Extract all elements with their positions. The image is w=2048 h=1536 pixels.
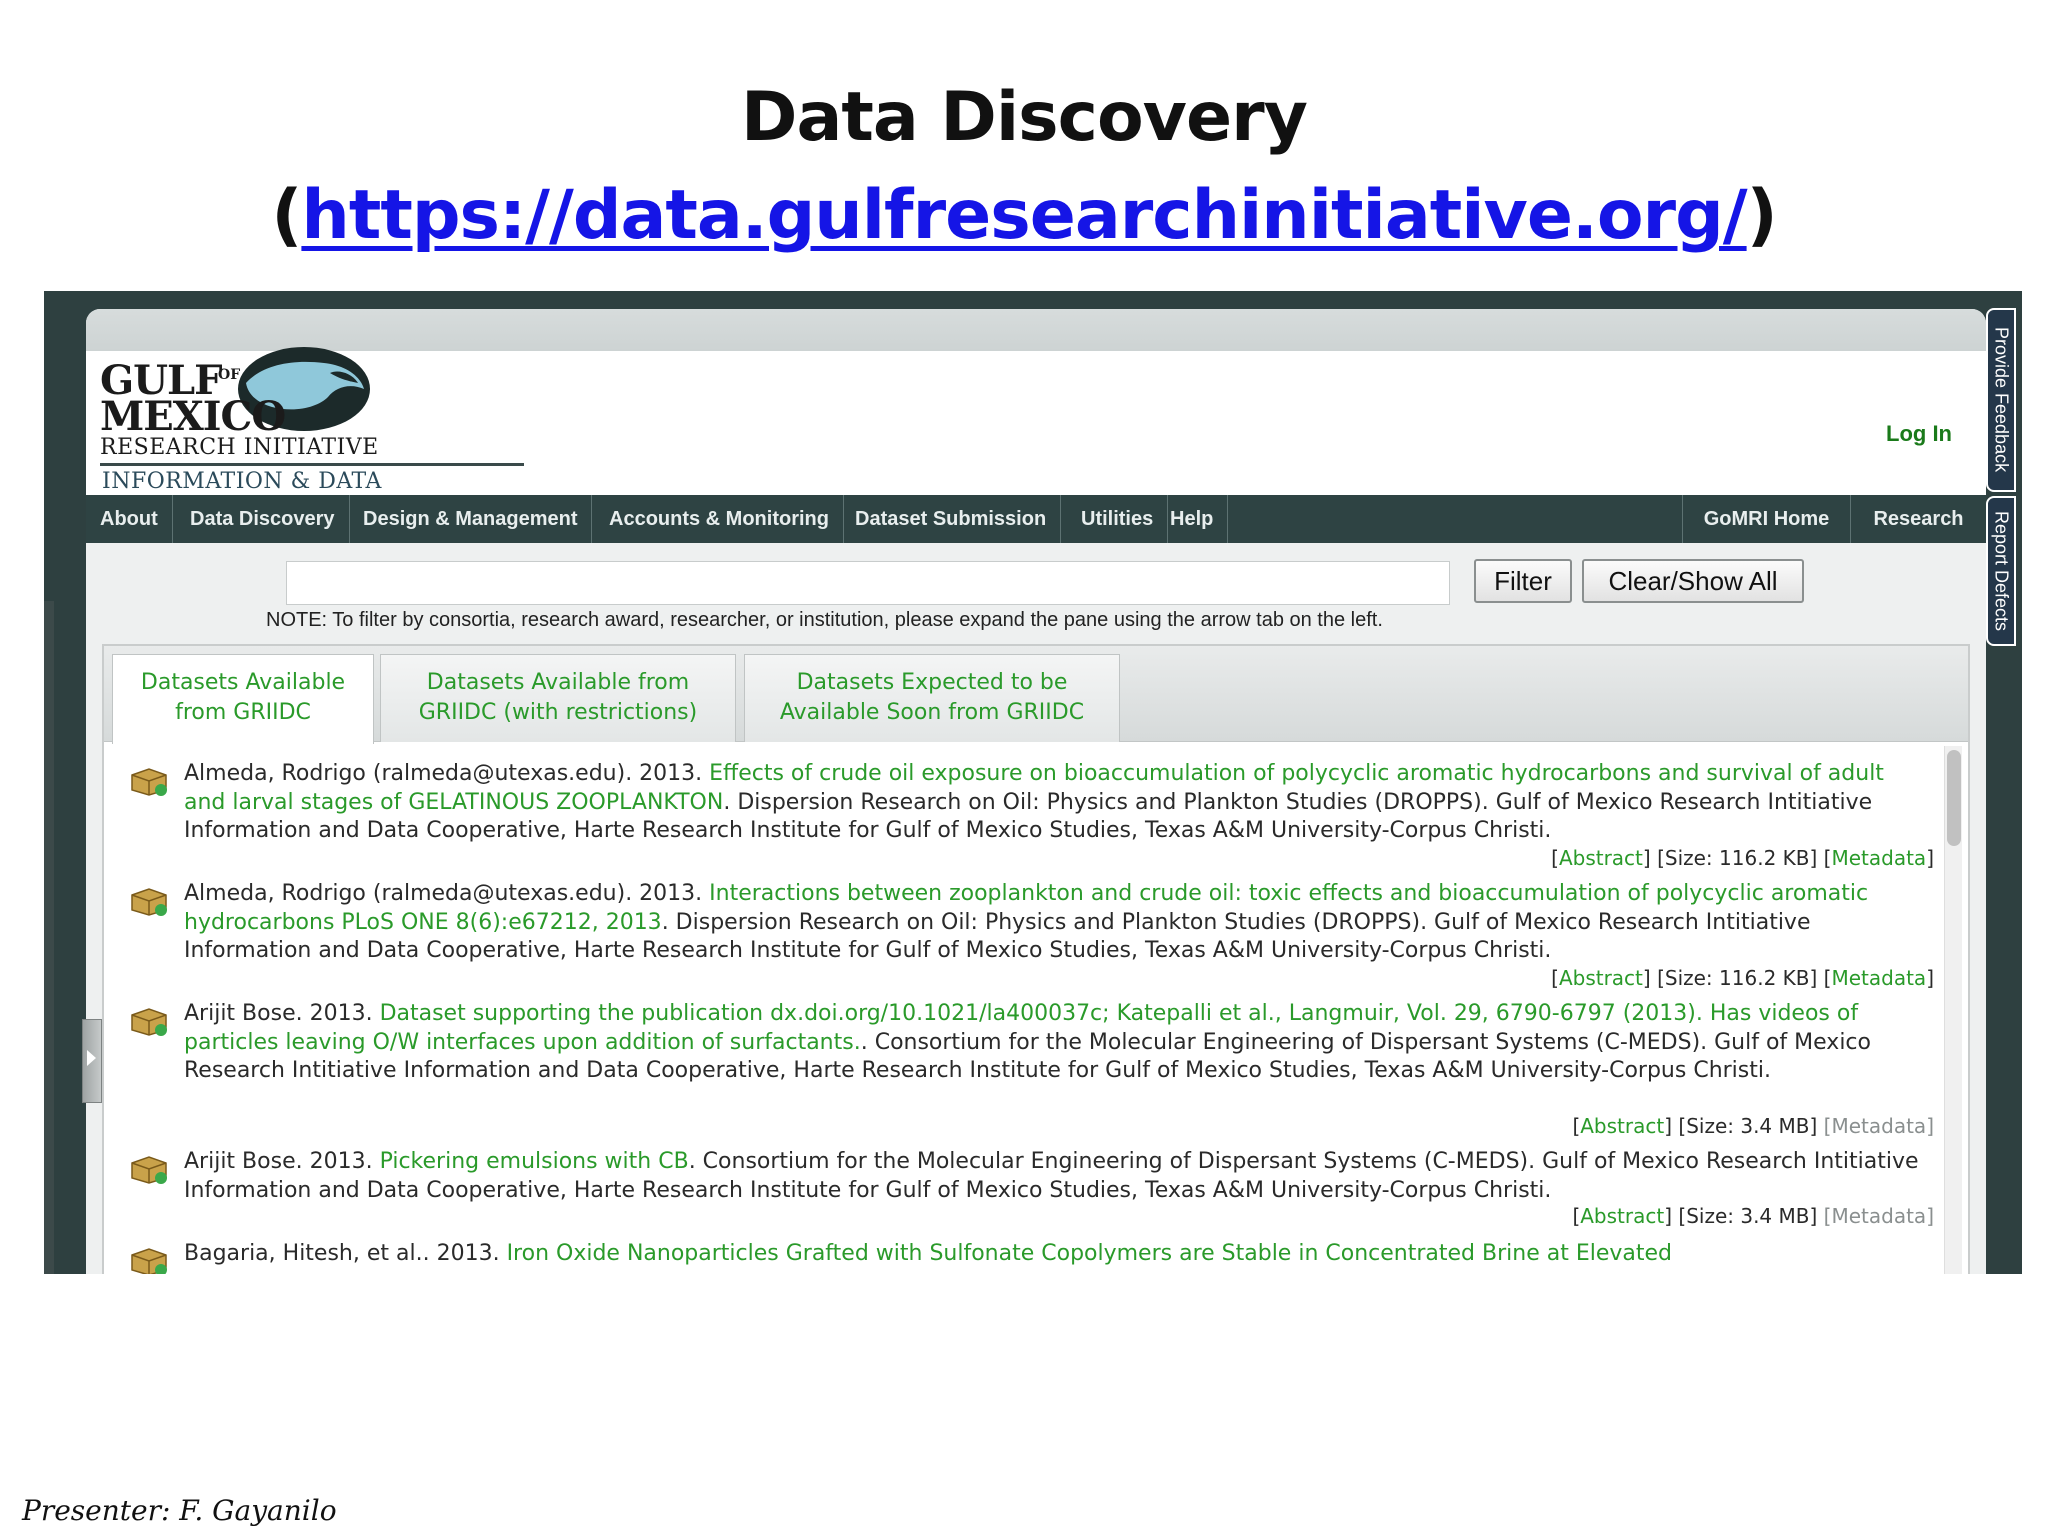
dataset-tabs: Datasets Available from GRIIDC Datasets … [104,646,1968,744]
website-screenshot: GULF OF MEXICO RESEARCH INITIATIVE INFOR… [44,291,2022,1274]
tab-label-line1: Datasets Expected to be [796,670,1068,695]
filter-button[interactable]: Filter [1474,559,1572,603]
dataset-links: [Abstract] [Size: 116.2 KB] [Metadata] [1551,966,1934,990]
main-navigation: About Data Discovery Design & Management… [86,495,1986,543]
metadata-link[interactable]: Metadata [1831,846,1926,870]
tab-datasets-expected[interactable]: Datasets Expected to be Available Soon f… [744,654,1120,742]
abstract-link[interactable]: Abstract [1580,1204,1664,1228]
dataset-size: [Size: 116.2 KB] [1657,966,1818,990]
expand-arrow-icon [87,1050,96,1066]
slide-url-line: (https://data.gulfresearchinitiative.org… [0,176,2048,255]
dataset-package-icon [131,1156,167,1184]
dataset-links: [Abstract] [Size: 3.4 MB] [Metadata] [1572,1114,1934,1138]
url-open-paren: ( [271,176,302,255]
tab-label-line2: from GRIIDC [175,700,311,725]
dataset-size: [Size: 3.4 MB] [1678,1114,1818,1138]
report-defects-tab[interactable]: Report Defects [1986,496,2016,646]
browser-viewport: GULF OF MEXICO RESEARCH INITIATIVE INFOR… [86,309,1986,1274]
abstract-link[interactable]: Abstract [1559,846,1643,870]
dataset-links: [Abstract] [Size: 3.4 MB] [Metadata] [1572,1204,1934,1228]
dataset-size: [Size: 3.4 MB] [1678,1204,1818,1228]
griidc-logo[interactable]: GULF OF MEXICO RESEARCH INITIATIVE INFOR… [100,347,524,519]
abstract-link[interactable]: Abstract [1559,966,1643,990]
datasets-panel: Datasets Available from GRIIDC Datasets … [102,644,1970,1274]
site-header: GULF OF MEXICO RESEARCH INITIATIVE INFOR… [86,347,1986,519]
dataset-author: Almeda, Rodrigo (ralmeda@utexas.edu). 20… [184,761,710,786]
dataset-package-icon [131,768,167,796]
abstract-link[interactable]: Abstract [1580,1114,1664,1138]
metadata-link[interactable]: Metadata [1831,1114,1926,1138]
tab-label-line2: Available Soon from GRIIDC [779,700,1085,725]
nav-dataset-submission[interactable]: Dataset Submission [841,495,1062,543]
nav-data-discovery[interactable]: Data Discovery [176,495,350,543]
dataset-package-icon [131,888,167,916]
filter-input[interactable] [286,561,1450,605]
dataset-citation: Bagaria, Hitesh, et al.. 2013. Iron Oxid… [184,1240,1924,1269]
nav-help[interactable]: Help [1156,495,1229,543]
expand-pane-handle[interactable] [82,1019,102,1103]
clear-show-all-button[interactable]: Clear/Show All [1582,559,1804,603]
dataset-citation: Arijit Bose. 2013. Pickering emulsions w… [184,1148,1924,1205]
tab-label-line1: Datasets Available [140,670,346,695]
dataset-citation: Arijit Bose. 2013. Dataset supporting th… [184,1000,1924,1086]
nav-accounts-monitoring[interactable]: Accounts & Monitoring [595,495,844,543]
tab-datasets-available[interactable]: Datasets Available from GRIIDC [112,654,374,744]
dataset-title-link[interactable]: Pickering emulsions with CB [380,1149,689,1174]
nav-utilities[interactable]: Utilities [1067,495,1169,543]
dataset-citation: Almeda, Rodrigo (ralmeda@utexas.edu). 20… [184,760,1924,846]
nav-research[interactable]: Research [1850,495,1986,543]
tab-label-line1: Datasets Available from [426,670,690,695]
dataset-author: Arijit Bose. 2013. [184,1149,380,1174]
logo-divider [100,463,524,466]
scrollbar-thumb[interactable] [1947,750,1961,846]
results-scrollbar[interactable] [1944,746,1962,1274]
slide-title: Data Discovery [741,78,1308,157]
dataset-citation: Almeda, Rodrigo (ralmeda@utexas.edu). 20… [184,880,1924,966]
nav-design-management[interactable]: Design & Management [349,495,593,543]
logo-research-initiative: RESEARCH INITIATIVE [100,435,379,460]
logo-mexico-text: MEXICO [100,393,286,440]
dataset-author: Bagaria, Hitesh, et al.. 2013. [184,1241,507,1266]
metadata-link[interactable]: Metadata [1831,966,1926,990]
dataset-package-icon [131,1248,167,1274]
dataset-author: Almeda, Rodrigo (ralmeda@utexas.edu). 20… [184,881,710,906]
tab-label-line2: GRIIDC (with restrictions) [418,700,698,725]
presenter-credit: Presenter: F. Gayanilo [22,1494,337,1527]
provide-feedback-tab[interactable]: Provide Feedback [1986,308,2016,492]
nav-gomri-home[interactable]: GoMRI Home [1682,495,1850,543]
dataset-links: [Abstract] [Size: 116.2 KB] [Metadata] [1551,846,1934,870]
logo-of-text: OF [218,367,241,383]
frame-edge [44,601,54,1274]
dataset-author: Arijit Bose. 2013. [184,1001,380,1026]
metadata-link[interactable]: Metadata [1831,1204,1926,1228]
dataset-title-link[interactable]: Iron Oxide Nanoparticles Grafted with Su… [507,1241,1672,1266]
nav-about[interactable]: About [86,495,173,543]
site-url-link[interactable]: https://data.gulfresearchinitiative.org/ [301,176,1747,255]
url-close-paren: ) [1746,176,1778,255]
tab-datasets-restricted[interactable]: Datasets Available from GRIIDC (with res… [380,654,736,742]
dataset-size: [Size: 116.2 KB] [1657,846,1818,870]
filter-note: NOTE: To filter by consortia, research a… [266,609,1383,631]
dataset-package-icon [131,1008,167,1036]
login-link[interactable]: Log In [1886,421,1952,447]
